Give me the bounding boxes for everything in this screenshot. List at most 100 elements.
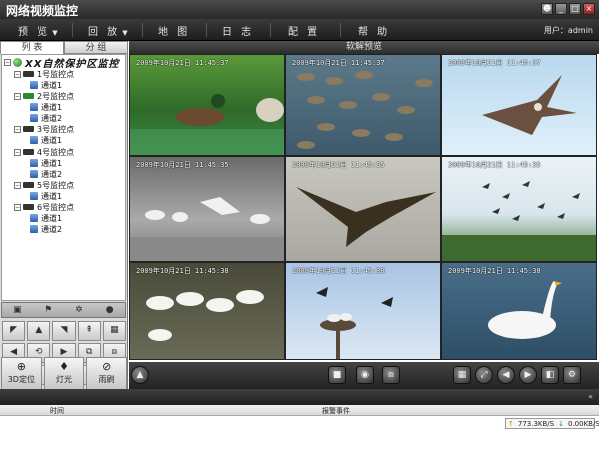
video-tile[interactable]: 2009年10月21日 11:45:37 [285,54,441,156]
fullscreen-button[interactable]: ⤢ [475,366,493,384]
close-icon[interactable]: × [583,3,595,15]
3d-locate-label: 3D定位 [7,375,35,384]
video-tile[interactable]: 2009年10月21日 11:45:35 [285,156,441,262]
tree-group-label: 1号监控点 [37,69,75,79]
video-tile[interactable]: 2009年10月21日 11:45:37 [441,54,597,156]
camera-icon [23,204,34,210]
tree-channel[interactable]: 通道2 [30,169,62,179]
wiper-button[interactable]: ⊘ 雨刷 [86,357,128,391]
collapse-icon[interactable]: − [14,92,21,100]
settings-button[interactable]: ⚙ [563,366,581,384]
collapse-icon[interactable]: − [14,148,21,156]
collapse-icon[interactable]: − [14,70,21,78]
zoom-icon: ⊕ [16,360,26,373]
column-alarm-event: 报警事件 [322,407,350,415]
channel-icon [30,159,38,167]
tree-channel[interactable]: 通道2 [30,224,62,234]
collapse-icon[interactable]: − [4,58,11,66]
timestamp-label: 2009年10月21日 11:45:37 [448,59,541,67]
tree-group[interactable]: − 5号监控点 [14,180,74,190]
minimize-icon[interactable]: _ [555,3,567,15]
video-tile[interactable]: 2009年10月21日 11:45:35 [441,156,597,262]
flying-hawk-image [482,75,577,135]
maximize-icon[interactable]: □ [569,3,581,15]
alarm-panel-bar: « [0,389,599,405]
tree-channel-label: 通道1 [41,102,63,112]
ptz-function-buttons: ⊕ 3D定位 ♦ 灯光 ⊘ 雨刷 [1,357,128,391]
landing-heron-image [296,187,436,247]
alert-icon[interactable]: ▲ [131,366,149,384]
tree-channel-label: 通道1 [41,213,63,223]
tab-list[interactable]: 列 表 [0,41,64,54]
light-icon: ♦ [59,360,69,373]
video-tile[interactable]: 2009年10月21日 11:45:38 [285,262,441,360]
channel-icon [30,214,38,222]
next-page-button[interactable]: ▶ [519,366,537,384]
download-icon: ↓ [558,419,564,428]
light-button[interactable]: ♦ 灯光 [43,357,85,391]
focus-near-button[interactable]: ▦ [102,321,126,341]
menu-map[interactable]: 地 图 [158,23,190,38]
tree-group[interactable]: − 2号监控点 [14,91,74,101]
menu-config[interactable]: 配 置 [288,23,320,38]
left-panel: 列 表 分 组 − XX自然保护区监控 − 1号监控点 通道1 − 2号监控点 … [0,41,128,391]
menu-log[interactable]: 日 志 [222,23,254,38]
tree-group[interactable]: − 6号监控点 [14,202,74,212]
collapse-panel-icon[interactable]: « [588,392,593,401]
menu-playback[interactable]: 回 放 ▼ [88,23,128,38]
tree-channel[interactable]: 通道2 [30,113,62,123]
record-button[interactable]: ◉ [356,366,374,384]
tree-group[interactable]: − 3号监控点 [14,124,74,134]
collapse-icon[interactable]: − [14,125,21,133]
collapse-icon[interactable]: − [14,181,21,189]
video-tile[interactable]: 2009年10月21日 11:45:37 [129,54,285,156]
egret-group-image [146,290,264,341]
network-status: ↑ 773.3KB/S ↓ 0.00KB/S [505,418,599,429]
save-button[interactable]: ◧ [541,366,559,384]
video-tile[interactable]: 2009年10月21日 11:45:38 [441,262,597,360]
user-icon[interactable]: ☻ [541,3,553,15]
menu-help[interactable]: 帮 助 [358,23,390,38]
chevron-down-icon: ▼ [52,29,58,37]
current-user: 用户：admin [543,26,593,35]
record-dot-icon[interactable]: ● [104,305,115,315]
timestamp-label: 2009年10月21日 11:45:35 [136,161,229,169]
prev-page-button[interactable]: ◀ [497,366,515,384]
timestamp-label: 2009年10月21日 11:45:38 [136,267,229,275]
menu-preview[interactable]: 预 览 ▼ [18,23,58,38]
flag-icon[interactable]: ⚑ [43,305,54,315]
camera-icon [23,182,34,188]
layout-button[interactable]: ▦ [453,366,471,384]
pattern-icon[interactable]: ✲ [73,305,84,315]
tree-channel[interactable]: 通道1 [30,191,62,201]
tab-group[interactable]: 分 组 [64,41,128,54]
ptz-up-button[interactable]: ▲ [27,321,51,341]
tree-channel[interactable]: 通道1 [30,80,62,90]
collapse-icon[interactable]: − [14,203,21,211]
ptz-camera-icon[interactable]: ▣ [12,305,23,315]
3d-locate-button[interactable]: ⊕ 3D定位 [1,357,42,391]
zoom-in-button[interactable]: ⇞ [77,321,101,341]
tree-channel[interactable]: 通道1 [30,213,62,223]
tree-channel-label: 通道1 [41,191,63,201]
tree-root[interactable]: − XX自然保护区监控 [4,57,119,70]
tree-channel[interactable]: 通道1 [30,158,62,168]
ptz-up-left-button[interactable]: ◤ [2,321,26,341]
stork-nest-image [316,287,393,359]
tree-channel[interactable]: 通道1 [30,135,62,145]
snapshot-button[interactable]: ⧇ [382,366,400,384]
download-rate: 0.00KB/S [567,419,599,428]
tree-group[interactable]: − 4号监控点 [14,147,74,157]
ptz-up-right-button[interactable]: ◥ [52,321,76,341]
playback-control-bar: ▲ ■ ◉ ⧇ ▦ ⤢ ◀ ▶ ◧ ⚙ [129,362,599,389]
duck-pond-image [130,94,284,155]
timestamp-label: 2009年10月21日 11:45:37 [292,59,385,67]
video-tile[interactable]: 2009年10月21日 11:45:38 [129,262,285,360]
alarm-table-header: 时间 报警事件 [0,405,599,416]
stop-all-button[interactable]: ■ [328,366,346,384]
tree-group[interactable]: − 1号监控点 [14,69,74,79]
video-tile[interactable]: 2009年10月21日 11:45:35 [129,156,285,262]
tree-channel[interactable]: 通道1 [30,102,62,112]
timestamp-label: 2009年10月21日 11:45:38 [292,267,385,275]
tree-channel-label: 通道2 [41,169,63,179]
